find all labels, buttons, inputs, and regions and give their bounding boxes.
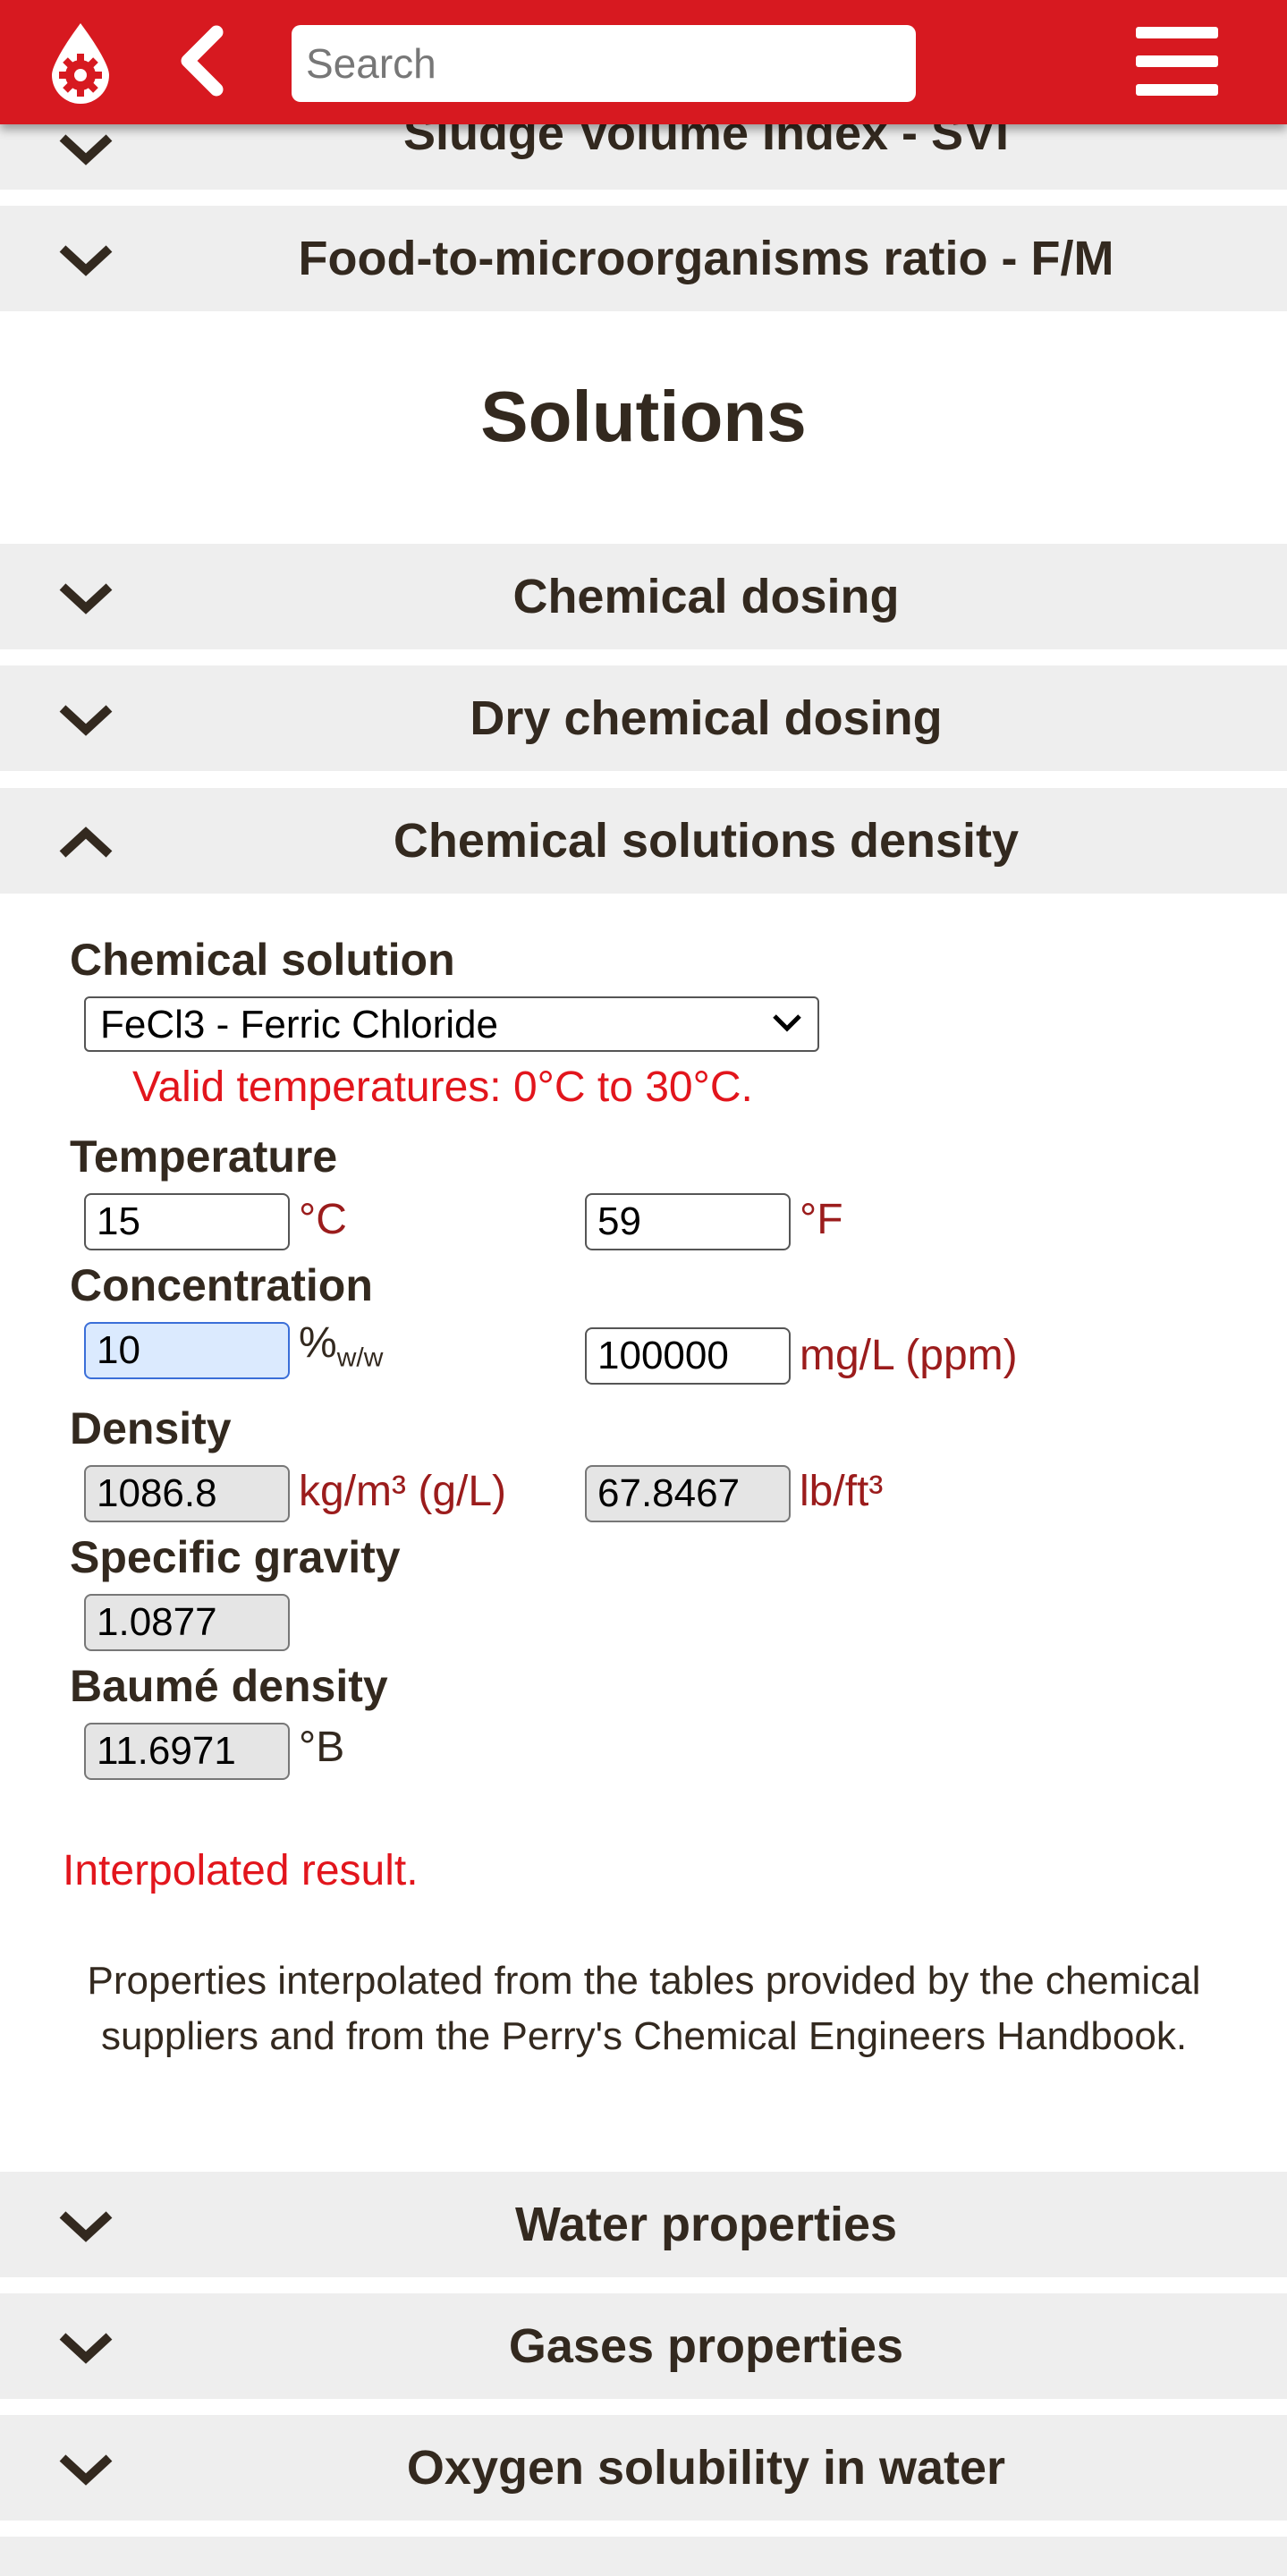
chemical-solution-select[interactable]: FeCl3 - Ferric Chloride bbox=[84, 996, 819, 1052]
accordion-label: Chemical dosing bbox=[512, 570, 900, 623]
chevron-down-icon bbox=[59, 2333, 113, 2364]
back-chevron-icon[interactable] bbox=[175, 25, 233, 97]
chevron-down-icon bbox=[59, 583, 113, 614]
accordion-chemical-dosing[interactable]: Chemical dosing bbox=[0, 544, 1287, 649]
temperature-c-input[interactable] bbox=[84, 1193, 290, 1250]
drop-gear-logo-icon[interactable] bbox=[47, 21, 114, 104]
chevron-down-icon bbox=[59, 2211, 113, 2242]
accordion-label: Water properties bbox=[514, 2198, 898, 2251]
concentration-mgl-input[interactable] bbox=[585, 1327, 791, 1385]
chevron-down-icon bbox=[773, 1014, 801, 1032]
accordion-label: Food-to-microorganisms ratio - F/M bbox=[298, 232, 1114, 285]
density-label: Density bbox=[70, 1403, 232, 1453]
hamburger-menu-icon[interactable] bbox=[1136, 27, 1218, 96]
concentration-mgl-unit: mg/L (ppm) bbox=[800, 1332, 1018, 1379]
chemical-solution-value: FeCl3 - Ferric Chloride bbox=[100, 1003, 498, 1046]
top-bar bbox=[0, 0, 1287, 124]
chevron-down-icon bbox=[59, 245, 113, 276]
accordion-oxygen-solubility[interactable]: Oxygen solubility in water bbox=[0, 2415, 1287, 2521]
temperature-f-unit: °F bbox=[800, 1196, 843, 1243]
section-title: Solutions bbox=[480, 377, 807, 456]
accordion-label: Dry chemical dosing bbox=[470, 691, 943, 745]
temperature-f-input[interactable] bbox=[585, 1193, 791, 1250]
chevron-down-icon bbox=[59, 2454, 113, 2486]
chevron-down-icon bbox=[59, 134, 113, 165]
valid-temperatures-warning: Valid temperatures: 0°C to 30°C. bbox=[132, 1063, 753, 1111]
temperature-c-unit: °C bbox=[299, 1196, 347, 1243]
density-lbft3-output bbox=[585, 1465, 791, 1522]
density-kgm3-unit: kg/m³ (g/L) bbox=[299, 1468, 507, 1515]
chevron-down-icon bbox=[59, 705, 113, 736]
concentration-label: Concentration bbox=[70, 1260, 373, 1310]
density-kgm3-output bbox=[84, 1465, 290, 1522]
accordion-label: Dissolved bbox=[125, 2549, 1287, 2576]
concentration-percent-input[interactable] bbox=[84, 1322, 290, 1379]
specific-gravity-output bbox=[84, 1594, 290, 1651]
accordion-water-properties[interactable]: Water properties bbox=[0, 2172, 1287, 2277]
accordion-dry-chemical-dosing[interactable]: Dry chemical dosing bbox=[0, 665, 1287, 771]
temperature-label: Temperature bbox=[70, 1131, 338, 1182]
accordion-gases-properties[interactable]: Gases properties bbox=[0, 2293, 1287, 2399]
specific-gravity-label: Specific gravity bbox=[70, 1532, 401, 1582]
accordion-label: Chemical solutions density bbox=[393, 814, 1020, 868]
concentration-percent-unit: %w/w bbox=[299, 1319, 384, 1373]
accordion-label: Gases properties bbox=[508, 2319, 904, 2373]
baume-density-output bbox=[84, 1723, 290, 1780]
accordion-dissolved[interactable]: Dissolved bbox=[0, 2537, 1287, 2576]
accordion-label: Oxygen solubility in water bbox=[406, 2441, 1006, 2495]
interpolated-result-notice: Interpolated result. bbox=[63, 1847, 419, 1894]
density-lbft3-unit: lb/ft³ bbox=[800, 1468, 884, 1515]
chemical-solution-label: Chemical solution bbox=[70, 935, 455, 985]
baume-density-unit: °B bbox=[299, 1724, 345, 1771]
chevron-up-icon bbox=[59, 826, 113, 858]
interpolation-source-note: Properties interpolated from the tables … bbox=[87, 1959, 1201, 2058]
accordion-fm-ratio[interactable]: Food-to-microorganisms ratio - F/M bbox=[0, 206, 1287, 311]
search-input[interactable] bbox=[292, 25, 916, 102]
accordion-chemical-solutions-density[interactable]: Chemical solutions density bbox=[0, 788, 1287, 894]
baume-density-label: Baumé density bbox=[70, 1661, 388, 1711]
